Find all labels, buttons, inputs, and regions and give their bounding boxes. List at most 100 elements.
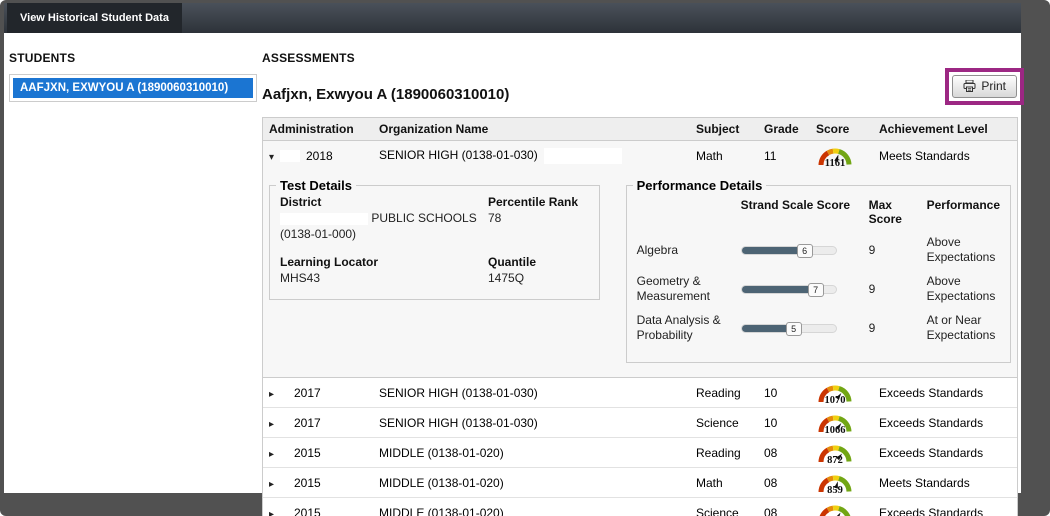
learning-locator-value: MHS43 [280, 271, 488, 285]
screenshot-frame: View Historical Student Data STUDENTS AA… [0, 0, 1050, 516]
administration-cell: ▸ 2015 [263, 444, 373, 462]
expand-caret-icon[interactable]: ▸ [269, 509, 280, 516]
table-row[interactable]: ▸2015 MIDDLE (0138-01-020) Reading 08 87… [263, 438, 1017, 468]
score-bar-track: 6 [741, 246, 837, 255]
top-navbar: View Historical Student Data [4, 3, 1021, 33]
strand-name: Geometry & Measurement [637, 274, 741, 304]
performance-rows: Algebra 6 9 Above Expectations Geometry … [637, 235, 1000, 343]
score-gauge: 1161 [810, 141, 873, 170]
administration-cell: ▸ 2015 [263, 504, 373, 516]
performance-row: Geometry & Measurement 7 9 Above Expecta… [637, 274, 1000, 304]
achievement-level: Exceeds Standards [873, 414, 1017, 432]
administration-year: 2017 [294, 416, 321, 430]
test-details-legend: Test Details [276, 178, 356, 193]
score-gauge: 1066 [810, 408, 873, 437]
table-row[interactable]: ▸2017 SENIOR HIGH (0138-01-030) Reading … [263, 378, 1017, 408]
subject: Reading [690, 444, 758, 462]
grade: 10 [758, 414, 810, 432]
achievement-level: Exceeds Standards [873, 444, 1017, 462]
performance-row: Data Analysis & Probability 5 9 At or Ne… [637, 313, 1000, 343]
grade: 10 [758, 384, 810, 402]
table-row[interactable]: ▸2015 MIDDLE (0138-01-020) Math 08 859 M… [263, 468, 1017, 498]
collapsed-rows: ▸2017 SENIOR HIGH (0138-01-030) Reading … [263, 378, 1017, 516]
expand-caret-icon[interactable]: ▸ [269, 479, 280, 490]
grade: 08 [758, 504, 810, 516]
max-score-header: Max Score [869, 198, 927, 226]
performance-header: Performance [927, 198, 1000, 226]
strand-score-bar: 7 [741, 285, 869, 294]
app-window: View Historical Student Data STUDENTS AA… [4, 3, 1021, 493]
collapse-caret-icon[interactable]: ▾ [269, 152, 280, 163]
svg-text:1070: 1070 [825, 395, 846, 405]
subject: Math [690, 147, 758, 165]
expand-caret-icon[interactable]: ▸ [269, 449, 280, 460]
score-bar-value-badge: 6 [797, 244, 813, 258]
redaction-block [280, 213, 368, 225]
student-list-item-selected[interactable]: AAFJXN, EXWYOU A (1890060310010) [13, 78, 253, 98]
achievement-level: Meets Standards [873, 147, 1017, 165]
administration-year: 2018 [306, 149, 333, 163]
svg-text:1066: 1066 [825, 425, 846, 435]
percentile-rank-value: 78 [488, 211, 589, 225]
print-button-label: Print [981, 79, 1006, 93]
print-highlight-annotation: Print [945, 68, 1024, 105]
learning-locator-label: Learning Locator [280, 255, 488, 269]
col-score: Score [810, 118, 873, 140]
organization-name: MIDDLE (0138-01-020) [373, 474, 690, 492]
col-subject: Subject [690, 118, 758, 140]
performance-header-row: Strand Scale Score Max Score Performance [637, 198, 1000, 226]
strand-score-bar: 5 [741, 324, 869, 333]
score-bar-fill [742, 286, 817, 293]
print-button[interactable]: Print [952, 75, 1017, 98]
administration-year: 2015 [294, 506, 321, 516]
subject: Science [690, 504, 758, 516]
district-value: PUBLIC SCHOOLS [280, 211, 488, 225]
performance-row: Algebra 6 9 Above Expectations [637, 235, 1000, 265]
performance-details-legend: Performance Details [633, 178, 767, 193]
organization-name: SENIOR HIGH (0138-01-030) [373, 384, 690, 402]
administration-cell: ▸2015 [263, 474, 373, 492]
performance-details-fieldset: Performance Details Strand Scale Score M… [626, 178, 1011, 363]
strand-name: Data Analysis & Probability [637, 313, 741, 343]
quantile-value: 1475Q [488, 271, 589, 285]
administration-year: 2017 [294, 386, 321, 400]
subject: Math [690, 474, 758, 492]
students-sidebar: STUDENTS AAFJXN, EXWYOU A (1890060310010… [9, 51, 257, 102]
expand-caret-icon[interactable]: ▸ [269, 419, 280, 430]
subject: Science [690, 414, 758, 432]
col-administration: Administration [263, 118, 373, 140]
page-content: STUDENTS AAFJXN, EXWYOU A (1890060310010… [4, 33, 1021, 493]
expand-caret-icon[interactable]: ▸ [269, 389, 280, 400]
table-header-row: Administration Organization Name Subject… [263, 118, 1017, 141]
subject: Reading [690, 384, 758, 402]
max-score-value: 9 [869, 321, 927, 335]
table-row[interactable]: ▸ 2015 MIDDLE (0138-01-020) Science 08 86… [263, 498, 1017, 516]
organization-name: SENIOR HIGH (0138-01-030) [373, 414, 690, 432]
achievement-level: Exceeds Standards [873, 504, 1017, 516]
tab-view-historical-student-data[interactable]: View Historical Student Data [7, 3, 182, 33]
student-name-row: Aafjxn, Exwyou A (1890060310010) Print [262, 78, 1018, 114]
table-row[interactable]: ▸2017 SENIOR HIGH (0138-01-030) Science … [263, 408, 1017, 438]
score-gauge: 863 [810, 498, 873, 516]
assessments-table: Administration Organization Name Subject… [262, 117, 1018, 516]
strand-scale-score-header: Strand Scale Score [741, 198, 869, 226]
svg-text:859: 859 [827, 485, 843, 495]
redaction-block [544, 148, 622, 164]
grade: 08 [758, 474, 810, 492]
achievement-level: Exceeds Standards [873, 384, 1017, 402]
organization-name: MIDDLE (0138-01-020) [373, 504, 690, 516]
achievement-level: Meets Standards [873, 474, 1017, 492]
score-bar-track: 7 [741, 285, 837, 294]
test-details-fieldset: Test Details District Percentile Rank PU… [269, 178, 600, 300]
performance-value: Above Expectations [927, 235, 1000, 265]
grade: 08 [758, 444, 810, 462]
svg-text:872: 872 [827, 455, 843, 465]
score-gauge: 1070 [810, 378, 873, 407]
percentile-rank-label: Percentile Rank [488, 195, 589, 209]
score-bar-value-badge: 5 [786, 322, 802, 336]
table-row-expanded[interactable]: ▾2018 SENIOR HIGH (0138-01-030) Math 11 … [263, 141, 1017, 170]
strand-name: Algebra [637, 243, 741, 258]
max-score-value: 9 [869, 282, 927, 296]
administration-year: 2015 [294, 446, 321, 460]
organization-name: SENIOR HIGH (0138-01-030) [373, 146, 690, 166]
